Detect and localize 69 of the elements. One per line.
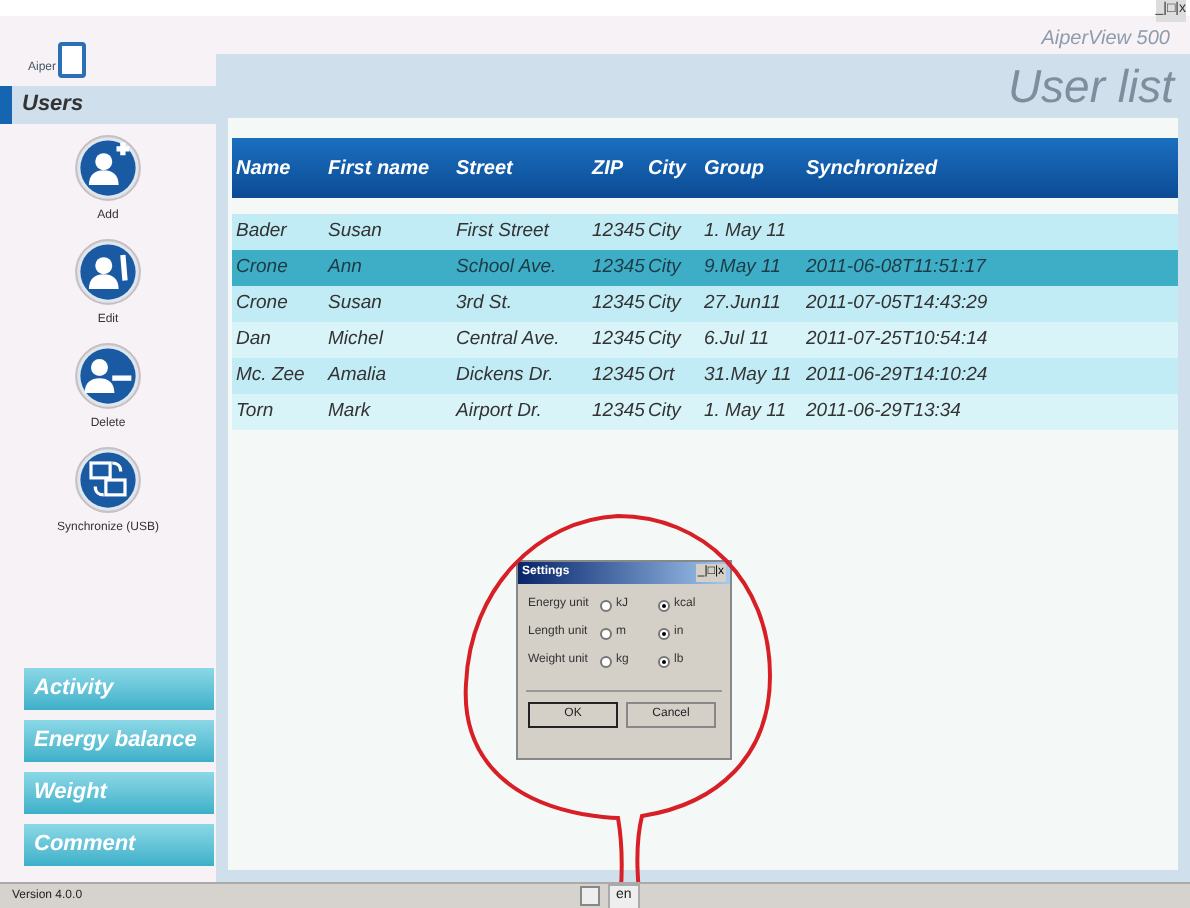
table-row[interactable]: Bader Susan First Street 12345 City 1. May 11 (232, 214, 1178, 250)
column-header: ZIP (592, 155, 626, 183)
table-cell-text: Torn (236, 397, 276, 426)
table-cell-text: 12345 (592, 397, 647, 426)
radio-button[interactable] (658, 627, 670, 639)
table-cell-text: City (648, 325, 684, 354)
table-cell-text: City (648, 253, 684, 282)
column-header: City (648, 155, 689, 183)
product-name: AiperView 500 (1041, 26, 1170, 54)
table-row[interactable]: Dan Michel Central Ave. 12345 City 6.Jul 11 2011-07-25T10:54:14 (232, 322, 1178, 358)
radio-button[interactable] (600, 655, 612, 667)
column-header: Group (704, 155, 766, 183)
section-heading: Users (0, 86, 216, 124)
table-cell-text: Ann (328, 253, 364, 282)
table-row[interactable]: Mc. Zee Amalia Dickens Dr. 12345 Ort 31.May 11 2011-06-29T14:10:24 (232, 358, 1178, 394)
table-cell-text: City (648, 217, 684, 246)
table-cell-text: Central Ave. (456, 325, 562, 354)
table-cell-text: 12345 (592, 361, 647, 390)
table-row[interactable]: Crone Susan 3rd St. 12345 City 27.Jun11 2011-07-05T14:43:29 (232, 286, 1178, 322)
table-cell-text: 31.May 11 (704, 361, 794, 390)
table-row[interactable]: Crone Ann School Ave. 12345 City 9.May 11 2011-06-08T11:51:17 (232, 250, 1178, 286)
table-cell-text: 12345 (592, 253, 647, 282)
table-cell-text: First Street (456, 217, 552, 246)
logo-icon (58, 42, 87, 78)
table-cell-text: School Ave. (456, 253, 559, 282)
table-cell-text: 9.May 11 (704, 253, 783, 282)
table-cell-text: Susan (328, 217, 384, 246)
table-cell-text: 12345 (592, 325, 647, 354)
table-cell-text: Mc. Zee (236, 361, 307, 390)
edit-user-icon (74, 238, 142, 306)
column-header: Street (456, 155, 515, 183)
table-cell-text: Michel (328, 325, 386, 354)
table-cell-text: 27.Jun11 (704, 289, 783, 318)
table-cell-text: 6.Jul 11 (704, 325, 772, 354)
table-cell-text: 1. May 11 (704, 397, 789, 426)
table-cell-text: 1. May 11 (704, 217, 789, 246)
table-cell-text: 2011-06-29T13:34 (806, 397, 963, 426)
page-title: User list (1007, 57, 1174, 116)
radio-button[interactable] (658, 655, 670, 667)
table-cell-text: 12345 (592, 289, 647, 318)
table-cell-text: Crone (236, 289, 290, 318)
table-cell-text: Ort (648, 361, 677, 390)
table-cell-text: Susan (328, 289, 384, 318)
table-cell-text: Bader (236, 217, 289, 246)
table-cell-text: Amalia (328, 361, 389, 390)
table-cell-text: Dan (236, 325, 273, 354)
table-cell-text: Dickens Dr. (456, 361, 556, 390)
column-header: Name (236, 155, 293, 183)
table-cell-text: Crone (236, 253, 290, 282)
table-cell-text: City (648, 397, 684, 426)
radio-button[interactable] (600, 627, 612, 639)
add-user-icon (74, 134, 142, 202)
table-cell-text: City (648, 289, 684, 318)
table-cell-text: 3rd St. (456, 289, 514, 318)
table-cell-text: 12345 (592, 217, 647, 246)
table-cell-text: 2011-07-05T14:43:29 (806, 289, 990, 318)
column-header: Synchronized (806, 155, 940, 183)
sync-devices-icon (74, 446, 142, 514)
table-cell-text: 2011-06-29T14:10:24 (806, 361, 990, 390)
table-row[interactable]: Torn Mark Airport Dr. 12345 City 1. May 11 2011-06-29T13:34 (232, 394, 1178, 430)
radio-button[interactable] (600, 599, 612, 611)
table-cell-text: 2011-06-08T11:51:17 (806, 253, 989, 282)
radio-button[interactable] (658, 599, 670, 611)
remove-user-icon (74, 342, 142, 410)
table-cell-text: 2011-07-25T10:54:14 (806, 325, 990, 354)
keyboard-icon (580, 886, 600, 906)
table-cell-text: Mark (328, 397, 373, 426)
column-header: First name (328, 155, 432, 183)
table-cell-text: Airport Dr. (456, 397, 544, 426)
